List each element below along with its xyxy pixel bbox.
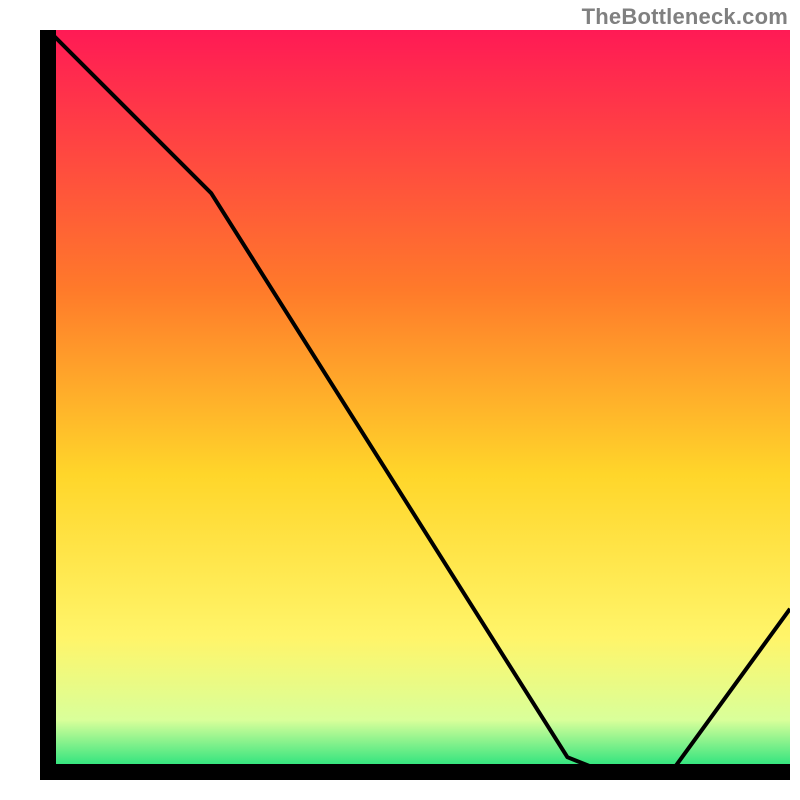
chart-svg (40, 30, 790, 780)
bottleneck-chart (40, 30, 790, 780)
attribution-text: TheBottleneck.com (582, 4, 788, 30)
